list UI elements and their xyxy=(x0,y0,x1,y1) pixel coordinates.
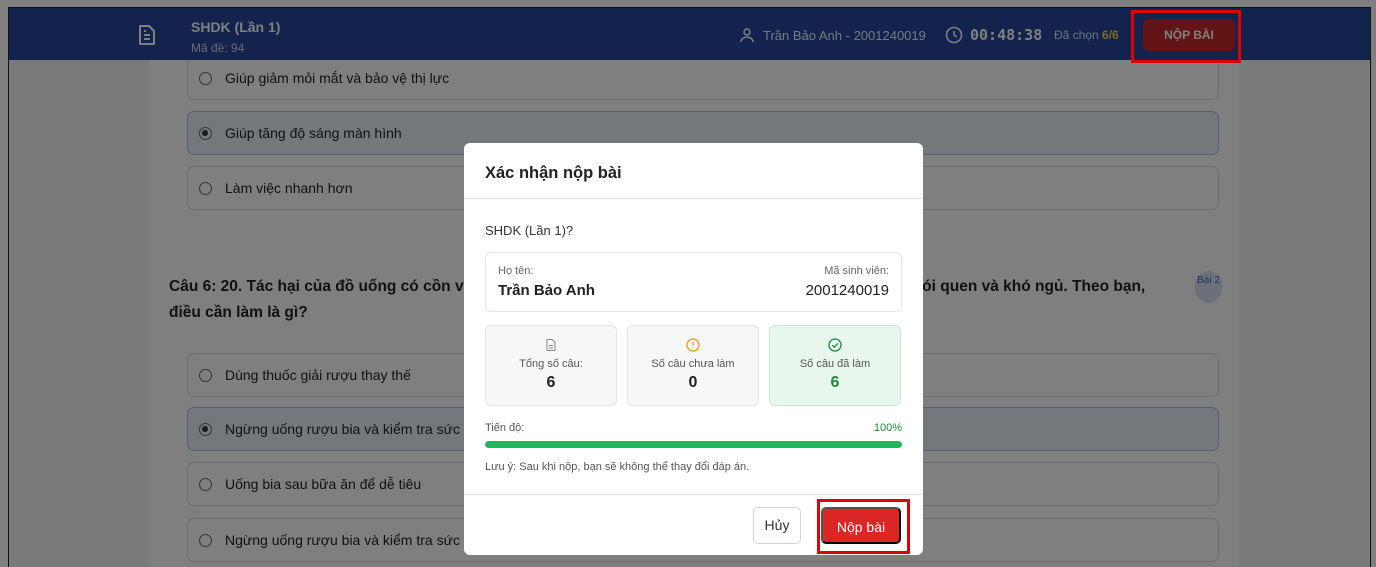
warning-note: Lưu ý: Sau khi nộp, bạn sẽ không thể tha… xyxy=(485,461,750,473)
stat-label: Số câu chưa làm xyxy=(651,358,735,370)
dialog-title: Xác nhận nộp bài xyxy=(485,164,622,182)
stat-total-questions: Tổng số câu: 6 xyxy=(485,325,617,406)
stat-label: Số câu đã làm xyxy=(799,358,871,370)
divider xyxy=(464,494,923,495)
warning-icon xyxy=(686,338,700,352)
name-value: Trần Bảo Anh xyxy=(498,282,595,299)
student-id-label: Mã sinh viên: xyxy=(824,265,889,277)
progress-fill xyxy=(485,441,902,448)
student-info-card: Họ tên: Trần Bảo Anh Mã sinh viên: 20012… xyxy=(485,252,902,312)
check-circle-icon xyxy=(828,338,842,352)
progress-bar xyxy=(485,441,902,448)
progress-label: Tiến độ: xyxy=(485,422,525,434)
stat-unanswered: Số câu chưa làm 0 xyxy=(627,325,759,406)
stat-answered: Số câu đã làm 6 xyxy=(769,325,901,406)
name-label: Họ tên: xyxy=(498,265,534,277)
stat-value: 6 xyxy=(830,374,840,391)
confirm-submit-button[interactable]: Nộp bài xyxy=(821,507,901,544)
student-id-value: 2001240019 xyxy=(805,282,889,299)
progress-percent: 100% xyxy=(873,422,902,434)
document-icon xyxy=(546,339,556,351)
stat-label: Tổng số câu: xyxy=(519,358,583,370)
cancel-button[interactable]: Hủy xyxy=(753,507,801,544)
confirm-submit-dialog: Xác nhận nộp bài SHDK (Lần 1)? Họ tên: T… xyxy=(464,143,923,555)
dialog-subtitle: SHDK (Lần 1)? xyxy=(485,223,574,238)
divider xyxy=(464,198,923,199)
stat-value: 6 xyxy=(546,374,556,391)
stat-value: 0 xyxy=(688,374,698,391)
